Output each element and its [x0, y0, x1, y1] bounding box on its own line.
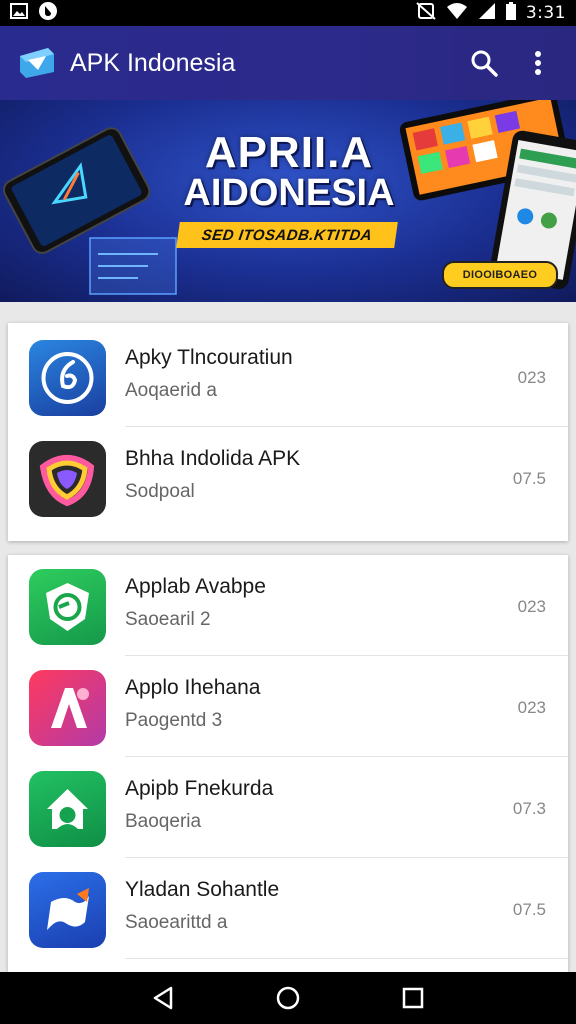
list-item[interactable]: [8, 959, 568, 972]
app-name: Applab Avabpe: [125, 575, 266, 598]
signal-icon: [478, 2, 496, 25]
app-name: Bhha Indolida APK: [125, 447, 301, 470]
app-version: 07.5: [512, 469, 546, 488]
app-subtitle: Aoqaerid a: [125, 380, 217, 401]
app-subtitle: Saoearil 2: [125, 609, 211, 630]
status-bar: 3:31: [0, 0, 576, 26]
banner-ribbon: SED ITOSADB.KTITDA: [176, 222, 398, 248]
app-title: APK Indonesia: [70, 48, 236, 77]
letter-a-icon: [29, 670, 106, 746]
navigation-bar: [0, 972, 576, 1024]
app-version: 023: [517, 597, 546, 616]
app-name: Applo Ihehana: [125, 676, 261, 699]
app-version: 023: [517, 698, 546, 717]
app-bar: APK Indonesia: [0, 26, 576, 100]
banner-headline-1: APRII.A: [204, 128, 374, 177]
promo-banner[interactable]: APRII.A AIDONESIA SED ITOSADB.KTITDA DIO…: [0, 100, 576, 302]
back-icon[interactable]: [143, 978, 183, 1018]
green-shield-icon: [29, 569, 106, 645]
app-subtitle: Paogentd 3: [125, 710, 223, 731]
app-name: Apky Tlncouratiun: [125, 346, 293, 369]
app-list-card-2: Applab Avabpe Saoearil 2 023 Applo Iheha…: [8, 555, 568, 972]
green-house-icon: [29, 771, 106, 847]
app-subtitle: Baoqeria: [125, 811, 202, 832]
compass-icon: [29, 340, 106, 416]
app-version: 07.5: [512, 900, 546, 919]
image-icon: [10, 2, 28, 24]
app-version: 023: [517, 368, 546, 387]
list-item[interactable]: Applab Avabpe Saoearil 2 023: [8, 555, 568, 656]
app-version: 07.3: [512, 799, 546, 818]
app-subtitle: Sodpoal: [125, 481, 195, 502]
notification-icon: [38, 1, 58, 26]
status-time: 3:31: [525, 3, 566, 23]
battery-icon: [505, 1, 516, 25]
list-item[interactable]: Bhha Indolida APK Sodpoal 07.5: [8, 427, 568, 528]
recents-icon[interactable]: [393, 978, 433, 1018]
more-vert-icon[interactable]: [518, 43, 558, 83]
list-item[interactable]: Yladan Sohantle Saoearittd a 07.5: [8, 858, 568, 959]
search-icon[interactable]: [464, 43, 504, 83]
app-name: Yladan Sohantle: [125, 878, 280, 901]
app-logo-icon: [18, 46, 56, 80]
banner-pill[interactable]: DIOOIBOAEO: [442, 261, 558, 289]
app-subtitle: Saoearittd a: [125, 912, 228, 933]
home-icon[interactable]: [268, 978, 308, 1018]
banner-headline-2: AIDONESIA: [183, 172, 395, 214]
list-item[interactable]: Applo Ihehana Paogentd 3 023: [8, 656, 568, 757]
colorful-shield-icon: [29, 441, 106, 517]
list-item[interactable]: Apky Tlncouratiun Aoqaerid a 023: [8, 326, 568, 427]
app-name: Apipb Fnekurda: [125, 777, 274, 800]
app-list-card-1: Apky Tlncouratiun Aoqaerid a 023 Bhha In…: [8, 323, 568, 541]
holo-panel-icon: [89, 237, 177, 295]
flag-icon: [29, 872, 106, 948]
list-item[interactable]: Apipb Fnekurda Baoqeria 07.3: [8, 757, 568, 858]
no-nfc-icon: [416, 1, 436, 25]
wifi-icon: [446, 2, 468, 25]
